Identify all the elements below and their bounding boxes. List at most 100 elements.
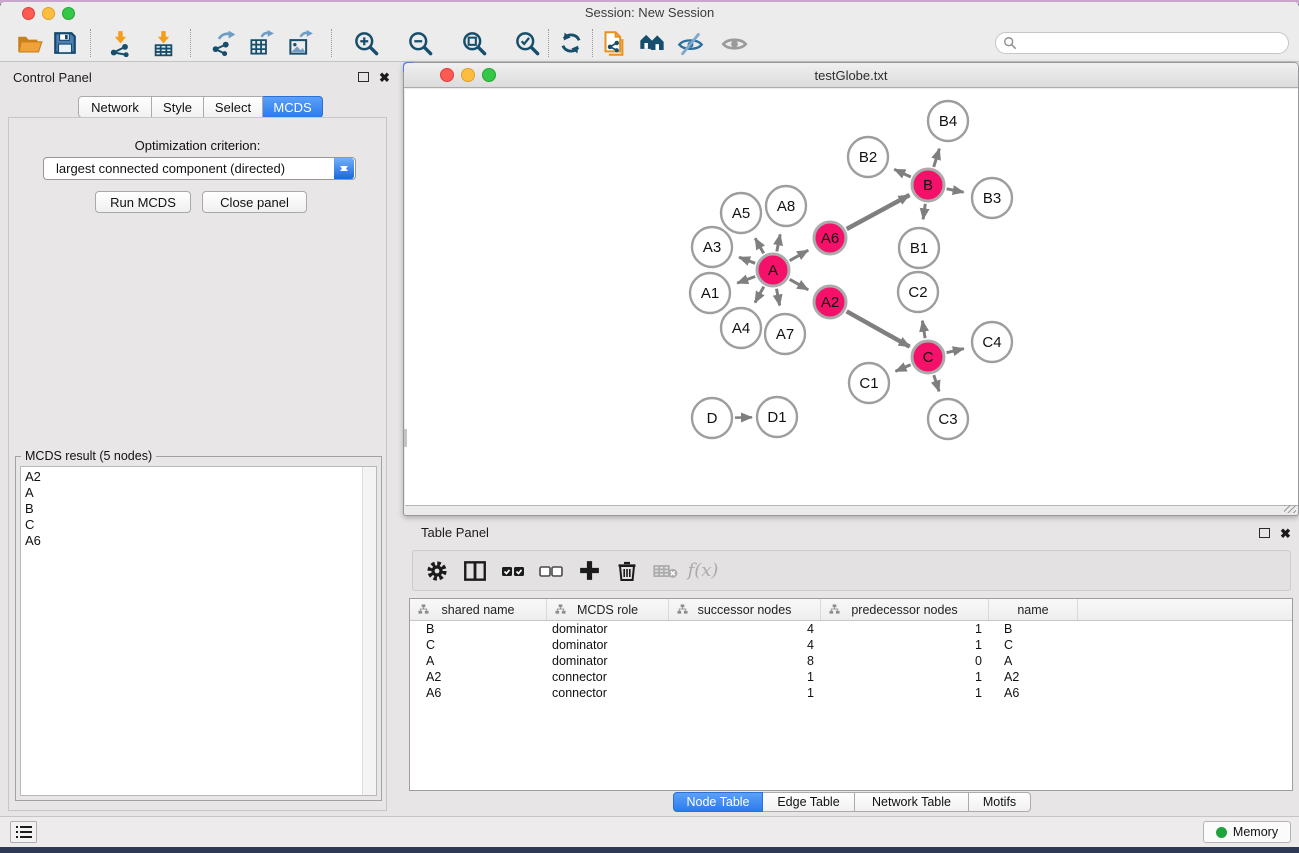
graph-node-label-B: B [923,177,933,194]
task-history-button[interactable] [10,821,37,843]
graph-edge-B-B1[interactable] [923,204,925,220]
status-bar: Memory [0,816,1299,847]
deselect-all-rows-button[interactable] [537,556,565,586]
column-header-successor-nodes[interactable]: successor nodes [669,599,821,620]
zoom-traffic-light[interactable] [62,7,75,20]
network-close-traffic-light[interactable] [440,68,454,82]
table-row[interactable]: Cdominator41C [410,637,1292,653]
table-float-panel-icon[interactable] [1259,528,1270,538]
graph-edge-A-A4[interactable] [755,287,764,303]
graph-edge-A-A2[interactable] [790,279,809,290]
tab-style[interactable]: Style [152,96,204,118]
hide-selected-button[interactable] [672,26,708,60]
graph-edge-C-C1[interactable] [896,365,911,372]
cell-shared-name: C [410,637,547,653]
graph-edge-A6-B[interactable] [847,195,910,229]
close-panel-icon[interactable]: ✖ [379,71,390,84]
mcds-result-title: MCDS result (5 nodes) [21,449,156,463]
graph-edge-B-B2[interactable] [894,169,911,177]
delete-columns-button[interactable] [613,556,641,586]
graph-edge-C-C3[interactable] [934,375,939,391]
network-window-titlebar[interactable]: testGlobe.txt [404,63,1298,88]
tab-network-table[interactable]: Network Table [855,792,969,812]
zoom-out-button[interactable] [402,26,438,60]
column-header-name[interactable]: name [989,599,1078,620]
graph-edge-A-A5[interactable] [755,238,764,253]
close-panel-button[interactable]: Close panel [202,191,307,213]
table-options-button[interactable] [423,556,451,586]
tab-mcds[interactable]: MCDS [263,96,323,118]
delete-table-button[interactable] [651,556,679,586]
mcds-result-list[interactable]: A2ABCA6 [20,466,377,796]
graph-edge-A-A6[interactable] [790,250,809,261]
minimize-traffic-light[interactable] [42,7,55,20]
open-session-button[interactable] [11,26,47,60]
cell-shared-name: A6 [410,685,547,701]
select-all-rows-button[interactable] [499,556,527,586]
graph-edge-A2-C[interactable] [847,311,910,346]
table-close-panel-icon[interactable]: ✖ [1280,527,1291,540]
add-column-button[interactable] [575,556,603,586]
export-image-button[interactable] [282,26,318,60]
refresh-button[interactable] [553,26,589,60]
cell-predecessor-nodes: 1 [821,685,989,701]
window-resize-grip[interactable] [1284,505,1296,513]
zoom-selected-button[interactable] [509,26,545,60]
table-row[interactable]: A2connector11A2 [410,669,1292,685]
network-zoom-traffic-light[interactable] [482,68,496,82]
apply-function-button[interactable]: f(x) [689,556,717,586]
memory-button[interactable]: Memory [1203,821,1291,843]
column-header-shared-name[interactable]: shared name [410,599,547,620]
show-columns-button[interactable] [461,556,489,586]
search-field[interactable] [995,32,1289,54]
tab-node-table[interactable]: Node Table [673,792,763,812]
close-traffic-light[interactable] [22,7,35,20]
table-row[interactable]: A6connector11A6 [410,685,1292,701]
graph-edge-A-A1[interactable] [737,277,755,284]
graph-edge-A-A3[interactable] [739,257,755,263]
tab-network[interactable]: Network [78,96,152,118]
table-toolbar: f(x) [412,550,1291,591]
result-item-a2[interactable]: A2 [25,469,376,485]
float-panel-icon[interactable] [358,72,369,82]
network-graph[interactable]: B4B2BB3A8A5A6A3B1AA1C2A2A4A7C4CC1DD1C3 [405,89,1298,506]
tab-select[interactable]: Select [204,96,263,118]
tab-motifs[interactable]: Motifs [969,792,1031,812]
result-item-a[interactable]: A [25,485,376,501]
save-session-button[interactable] [47,26,83,60]
result-item-c[interactable]: C [25,517,376,533]
first-neighbors-button[interactable] [634,26,670,60]
column-header-predecessor-nodes[interactable]: predecessor nodes [821,599,989,620]
graph-edge-B-B3[interactable] [947,189,964,192]
splitter-handle[interactable] [404,429,407,447]
graph-edge-A-A7[interactable] [777,289,780,306]
column-header-MCDS-role[interactable]: MCDS role [547,599,669,620]
network-canvas[interactable]: B4B2BB3A8A5A6A3B1AA1C2A2A4A7C4CC1DD1C3 [405,89,1298,506]
graph-node-label-C4: C4 [982,334,1001,351]
column-type-icon [418,604,429,615]
graph-edge-C-C2[interactable] [922,321,925,339]
table-row[interactable]: Bdominator41B [410,621,1292,637]
graph-edge-C-C4[interactable] [947,349,964,353]
result-list-scrollbar[interactable] [362,467,376,795]
search-input[interactable] [1017,34,1288,52]
new-network-from-selection-button[interactable] [596,26,632,60]
zoom-fit-button[interactable] [456,26,492,60]
export-table-button[interactable] [243,26,279,60]
list-icon [16,825,32,839]
run-mcds-button[interactable]: Run MCDS [95,191,191,213]
result-item-a6[interactable]: A6 [25,533,376,549]
import-network-button[interactable] [102,26,138,60]
graph-edge-A-A8[interactable] [777,234,780,251]
show-all-button[interactable] [716,26,752,60]
optimization-criterion-dropdown[interactable]: largest connected component (directed) [43,157,356,180]
import-table-button[interactable] [145,26,181,60]
table-row[interactable]: Adominator80A [410,653,1292,669]
network-minimize-traffic-light[interactable] [461,68,475,82]
export-network-button[interactable] [205,26,241,60]
tab-edge-table[interactable]: Edge Table [763,792,855,812]
result-item-b[interactable]: B [25,501,376,517]
zoom-in-button[interactable] [348,26,384,60]
network-document-icon [601,30,628,57]
graph-edge-B-B4[interactable] [934,149,940,167]
